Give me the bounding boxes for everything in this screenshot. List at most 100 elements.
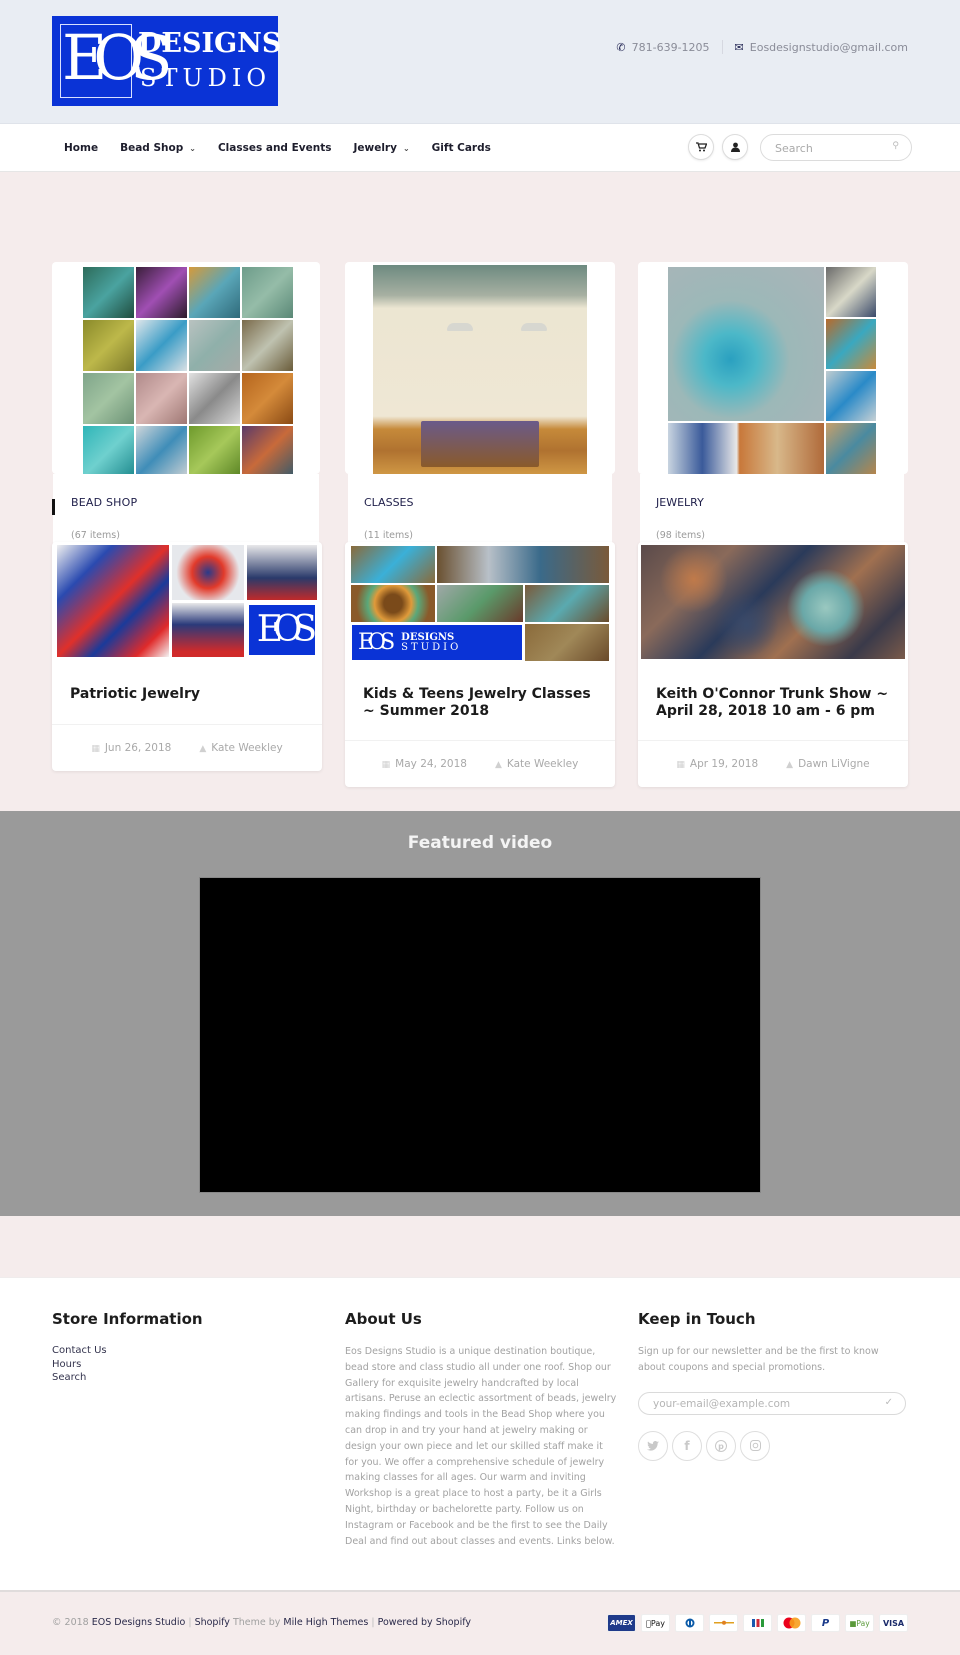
blog-photo xyxy=(437,585,523,622)
footer-link-contact[interactable]: Contact Us xyxy=(52,1344,203,1358)
payment-icons: AMEX Pay P ■Pay VISA xyxy=(602,1614,908,1632)
store-logo[interactable]: EOS DESIGNS STUDIO xyxy=(52,16,282,106)
shopify-link[interactable]: Shopify xyxy=(195,1617,230,1628)
facebook-icon[interactable]: f xyxy=(672,1430,702,1461)
bead-photo xyxy=(242,426,293,477)
nav-jewelry-label: Jewelry xyxy=(353,142,397,154)
nav-bead-shop-label: Bead Shop xyxy=(120,142,184,154)
newsletter-email-input[interactable] xyxy=(653,1395,873,1412)
footer-newsletter: Keep in Touch Sign up for our newsletter… xyxy=(638,1310,908,1461)
bead-photo xyxy=(83,267,134,318)
envelope-icon: ✉ xyxy=(734,40,744,54)
featured-video-section: Featured video xyxy=(0,811,960,1216)
main-nav: Home Bead Shop ⌄ Classes and Events Jewel… xyxy=(0,124,960,172)
cart-button[interactable] xyxy=(688,134,714,160)
blog-image: EOS DESIGNS STUDIO xyxy=(351,546,609,661)
footer-link-hours[interactable]: Hours xyxy=(52,1358,203,1372)
logo-line-2: STUDIO xyxy=(140,64,272,92)
blog-card[interactable]: EOS Patriotic Jewelry ▦ Jun 26, 2018 ▲ Kat… xyxy=(52,542,322,771)
nav-bead-shop[interactable]: Bead Shop ⌄ xyxy=(120,142,196,154)
search-box: ⚲ xyxy=(760,134,912,161)
bottom-bar: © 2018 EOS Designs Studio | Shopify Them… xyxy=(0,1590,960,1655)
collection-card-classes[interactable]: CLASSES (11 items) xyxy=(348,474,612,544)
collection-card-bead-shop[interactable]: BEAD SHOP (67 items) xyxy=(53,474,319,544)
logo-line-1: DESIGNS xyxy=(138,28,282,59)
collection-card-classes-image[interactable] xyxy=(345,262,615,481)
bead-photo xyxy=(189,267,240,318)
bead-photo xyxy=(189,373,240,424)
cart-icon xyxy=(695,142,707,152)
blog-date: Apr 19, 2018 xyxy=(689,758,759,770)
featured-video-title: Featured video xyxy=(407,833,553,853)
tool-box xyxy=(421,421,539,467)
bead-photo xyxy=(136,320,187,371)
jewelry-photo xyxy=(826,371,876,421)
amex-icon: AMEX xyxy=(607,1614,636,1632)
footer: Store Information Contact Us Hours Searc… xyxy=(0,1277,960,1590)
bead-photo xyxy=(136,267,187,318)
bead-photo xyxy=(189,426,240,477)
bead-photo xyxy=(83,426,134,477)
collection-card-jewelry[interactable]: JEWELRY (98 items) xyxy=(640,474,904,544)
nav-jewelry[interactable]: Jewelry ⌄ xyxy=(353,142,409,154)
blog-meta: ▦ Jun 26, 2018 ▲ Kate Weekley xyxy=(52,742,322,754)
apple-pay-icon: Pay xyxy=(641,1614,670,1632)
account-button[interactable] xyxy=(722,134,748,160)
phone-number[interactable]: 781-639-1205 xyxy=(632,41,710,54)
contact-divider xyxy=(721,40,723,54)
newsletter-text: Sign up for our newsletter and be the fi… xyxy=(638,1346,879,1373)
collection-count: (98 items) xyxy=(656,530,705,541)
blog-meta: ▦ Apr 19, 2018 ▲ Dawn LiVigne xyxy=(638,758,908,770)
instagram-icon[interactable] xyxy=(740,1430,770,1461)
powered-by-link[interactable]: Powered by Shopify xyxy=(378,1617,471,1628)
top-header: EOS DESIGNS STUDIO ✆ 781-639-1205 ✉ Eosd… xyxy=(0,0,960,124)
bead-photo xyxy=(189,320,240,371)
social-links: f p xyxy=(638,1430,908,1461)
collection-card-bead-shop-image[interactable] xyxy=(52,262,320,477)
bead-photo xyxy=(83,320,134,371)
twitter-icon[interactable] xyxy=(638,1430,668,1461)
nav-classes-events[interactable]: Classes and Events xyxy=(218,142,332,154)
footer-link-search[interactable]: Search xyxy=(52,1371,203,1385)
blog-author: Dawn LiVigne xyxy=(798,758,870,770)
copyright: © 2018 EOS Designs Studio | Shopify Them… xyxy=(52,1617,472,1628)
blog-card[interactable]: EOS DESIGNS STUDIO Kids & Teens Jewelry Cl… xyxy=(345,542,615,787)
submit-check-icon[interactable]: ✓ xyxy=(885,1397,893,1408)
blog-card[interactable]: Keith O'Connor Trunk Show ~ April 28, 20… xyxy=(638,542,908,787)
classes-photo xyxy=(373,265,587,481)
collection-card-jewelry-image[interactable] xyxy=(638,262,908,475)
footer-store-info: Store Information Contact Us Hours Searc… xyxy=(52,1310,203,1385)
jewelry-photo xyxy=(826,319,876,369)
nav-gift-cards[interactable]: Gift Cards xyxy=(432,142,491,154)
collection-name: BEAD SHOP xyxy=(71,496,138,509)
bead-photo xyxy=(83,373,134,424)
video-player[interactable] xyxy=(199,877,761,1193)
theme-by-text: Theme by xyxy=(232,1617,281,1628)
store-name-link[interactable]: EOS Designs Studio xyxy=(92,1617,186,1628)
theme-link[interactable]: Mile High Themes xyxy=(283,1617,368,1628)
search-input[interactable] xyxy=(775,139,885,157)
blog-title[interactable]: Patriotic Jewelry xyxy=(70,686,310,703)
eos-logo-tile: EOS xyxy=(247,602,317,657)
nav-classes-events-label: Classes and Events xyxy=(217,142,332,154)
svg-text:p: p xyxy=(718,1442,724,1451)
blog-photo xyxy=(57,545,169,657)
bead-photo xyxy=(242,320,293,371)
nav-home-label: Home xyxy=(64,142,99,154)
pinterest-icon[interactable]: p xyxy=(706,1430,736,1461)
blog-date: Jun 26, 2018 xyxy=(104,742,172,754)
search-icon[interactable]: ⚲ xyxy=(892,141,899,151)
user-icon: ▲ xyxy=(494,760,502,770)
email-address[interactable]: Eosdesignstudio@gmail.com xyxy=(750,41,908,54)
blog-title[interactable]: Kids & Teens Jewelry Classes ~ Summer 20… xyxy=(363,686,603,720)
chevron-down-icon: ⌄ xyxy=(402,143,410,153)
collection-name: JEWELRY xyxy=(656,496,704,509)
blog-image: EOS xyxy=(57,545,317,657)
user-icon xyxy=(730,142,740,152)
blog-title[interactable]: Keith O'Connor Trunk Show ~ April 28, 20… xyxy=(656,686,901,720)
lamp xyxy=(521,323,547,331)
blog-photo xyxy=(525,624,609,661)
jewelry-photo xyxy=(668,267,824,421)
nav-home[interactable]: Home xyxy=(64,142,98,154)
blog-meta: ▦ May 24, 2018 ▲ Kate Weekley xyxy=(345,758,615,770)
